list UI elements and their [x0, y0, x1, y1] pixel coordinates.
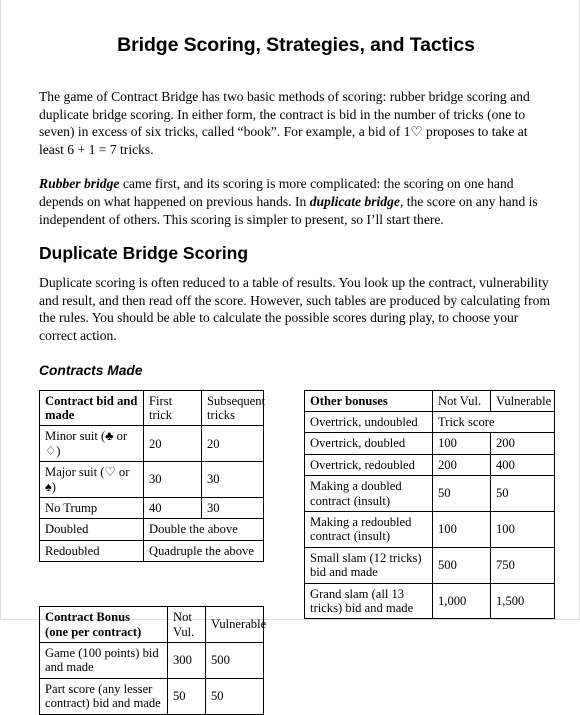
cell-not-vulnerable: 300 — [167, 642, 206, 679]
cell-first-trick: 30 — [143, 461, 202, 498]
table-row: No Trump 40 30 — [39, 496, 264, 520]
cell-merged-value: Trick score — [432, 410, 555, 434]
cell-vulnerable: 750 — [490, 546, 555, 584]
cell-merged-value: Double the above — [143, 518, 264, 541]
cell-not-vulnerable: 500 — [432, 546, 491, 584]
table-row: Major suit (♡ or ♠) 30 30 — [39, 461, 264, 498]
cell-vulnerable: 50 — [490, 475, 555, 512]
cell-not-vulnerable: 100 — [432, 432, 491, 455]
table-row: Doubled Double the above — [39, 518, 264, 541]
table-row: Making a doubled contract (insult) 50 50 — [304, 475, 555, 512]
tables-area: Contract bid and made First trick Subseq… — [39, 389, 555, 715]
table-contracts-made: Contract bid and made First trick Subseq… — [39, 389, 265, 563]
table-other-bonuses: Other bonuses Not Vul. Vulnerable Overtr… — [304, 389, 555, 620]
sub-heading-contracts-made: Contracts Made — [39, 362, 143, 378]
section-heading-duplicate-bridge-scoring: Duplicate Bridge Scoring — [39, 243, 249, 264]
document-content: Bridge Scoring, Strategies, and Tactics … — [39, 0, 555, 715]
header-vulnerable: Vulnerable — [205, 606, 266, 643]
table-row: Overtrick, redoubled 200 400 — [304, 453, 555, 477]
table-row: Overtrick, doubled 100 200 — [304, 432, 555, 455]
cell-contract-label: Doubled — [39, 518, 144, 541]
cell-not-vulnerable: 50 — [167, 677, 206, 715]
intro-paragraph: The game of Contract Bridge has two basi… — [39, 89, 530, 157]
cell-contract-label: Major suit (♡ or ♠) — [39, 461, 144, 498]
cell-not-vulnerable: 100 — [432, 510, 491, 548]
cell-bonus-label: Making a redoubled contract (insult) — [304, 510, 433, 548]
header-contract-bonus-line1: Contract Bonus — [45, 610, 131, 625]
table-gap-spacer — [39, 562, 263, 606]
cell-vulnerable: 500 — [205, 642, 264, 679]
cell-contract-label: Redoubled — [39, 539, 144, 563]
cell-vulnerable: 1,500 — [490, 582, 555, 620]
table-header-row: Other bonuses Not Vul. Vulnerable — [304, 389, 555, 412]
table-row: Grand slam (all 13 tricks) bid and made … — [304, 582, 555, 620]
cell-not-vulnerable: 200 — [432, 453, 491, 477]
cell-bonus-label: Game (100 points) bid and made — [39, 642, 168, 679]
cell-merged-value: Quadruple the above — [143, 539, 264, 563]
cell-subsequent-tricks: 30 — [201, 461, 264, 498]
header-not-vulnerable: Not Vul. — [432, 389, 491, 412]
cell-subsequent-tricks: 20 — [201, 425, 264, 463]
table-row: Small slam (12 tricks) bid and made 500 … — [304, 546, 555, 584]
right-table-column: Other bonuses Not Vul. Vulnerable Overtr… — [304, 389, 555, 620]
header-vulnerable: Vulnerable — [490, 389, 555, 412]
cell-first-trick: 20 — [143, 425, 202, 463]
cell-bonus-label: Overtrick, undoubled — [304, 410, 433, 434]
page-title: Bridge Scoring, Strategies, and Tactics — [117, 34, 475, 56]
cell-contract-label: Minor suit (♣ or ♢) — [39, 425, 144, 463]
cell-not-vulnerable: 1,000 — [432, 582, 491, 620]
table-row: Part score (any lesser contract) bid and… — [39, 677, 264, 715]
duplicate-bridge-emphasis: duplicate bridge — [309, 193, 400, 209]
table-contract-bonus: Contract Bonus (one per contract) Not Vul… — [39, 606, 266, 715]
header-contract-bid-and-made: Contract bid and made — [39, 389, 144, 427]
cell-contract-label: No Trump — [39, 496, 144, 520]
table-header-row: Contract bid and made First trick Subseq… — [39, 389, 265, 427]
header-not-vulnerable: Not Vul. — [167, 606, 206, 643]
header-first-trick: First trick — [143, 389, 202, 427]
cell-bonus-label: Overtrick, redoubled — [304, 453, 433, 477]
cell-bonus-label: Making a doubled contract (insult) — [304, 475, 433, 512]
header-other-bonuses: Other bonuses — [304, 389, 433, 412]
table-row: Making a redoubled contract (insult) 100… — [304, 510, 555, 548]
table-row: Redoubled Quadruple the above — [39, 539, 264, 563]
header-contract-bonus-line2: (one per contract) — [45, 624, 142, 639]
left-table-column: Contract bid and made First trick Subseq… — [39, 389, 266, 715]
cell-vulnerable: 400 — [490, 453, 555, 477]
cell-subsequent-tricks: 30 — [201, 496, 264, 520]
header-subsequent-tricks: Subsequent tricks — [201, 389, 265, 427]
table-row: Game (100 points) bid and made 300 500 — [39, 642, 264, 679]
cell-bonus-label: Grand slam (all 13 tricks) bid and made — [304, 582, 433, 620]
rubber-bridge-paragraph: Rubber bridge came first, and its scorin… — [39, 175, 553, 228]
cell-not-vulnerable: 50 — [432, 475, 491, 512]
cell-bonus-label: Small slam (12 tricks) bid and made — [304, 546, 433, 584]
cell-first-trick: 40 — [143, 496, 202, 520]
cell-bonus-label: Part score (any lesser contract) bid and… — [39, 677, 168, 715]
header-contract-bonus: Contract Bonus (one per contract) — [39, 606, 168, 643]
document-page: Bridge Scoring, Strategies, and Tactics … — [0, 0, 580, 715]
rubber-bridge-emphasis: Rubber bridge — [39, 176, 120, 192]
table-header-row: Contract Bonus (one per contract) Not Vul… — [39, 606, 266, 643]
cell-vulnerable: 200 — [490, 432, 555, 455]
cell-bonus-label: Overtrick, doubled — [304, 432, 433, 455]
cell-vulnerable: 100 — [490, 510, 555, 548]
table-row: Minor suit (♣ or ♢) 20 20 — [39, 425, 264, 463]
duplicate-scoring-paragraph: Duplicate scoring is often reduced to a … — [39, 275, 551, 343]
cell-vulnerable: 50 — [205, 677, 264, 715]
table-row: Overtrick, undoubled Trick score — [304, 410, 555, 434]
